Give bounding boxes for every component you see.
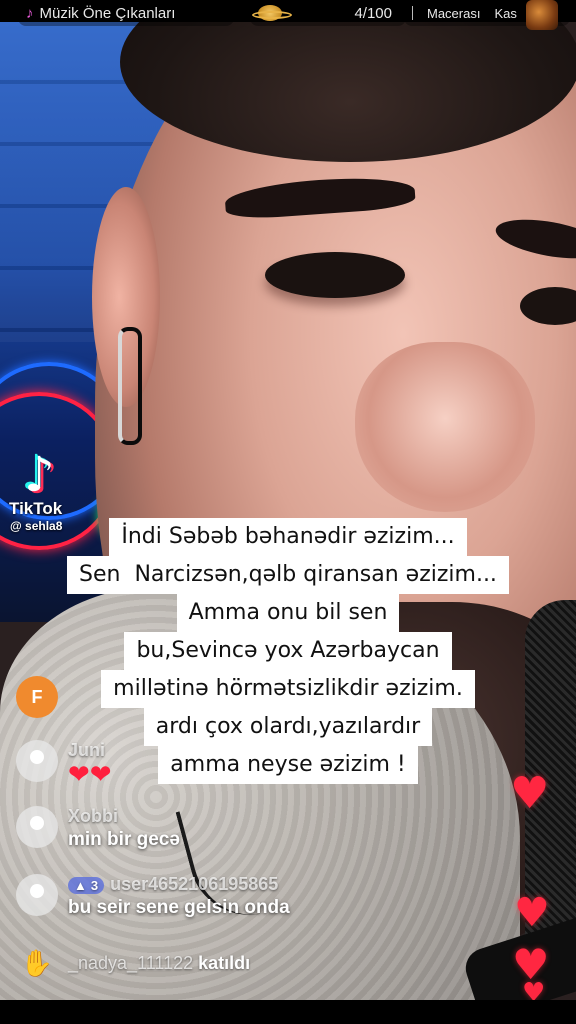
comment-username[interactable]: user4652106195865 [110,874,278,894]
nose [355,342,535,512]
comment-item: Xobbi min bir gecə [16,806,180,851]
caption-line: millətinə hörmətsizlikdir əzizim. [101,670,475,708]
music-note-icon: ♪ [26,4,34,22]
tiktok-logo-icon: ♪ [24,447,55,503]
caption-line: ardı çox olardı,yazılardır [143,708,433,746]
comment-text: bu seir sene gelsin onda [68,897,290,918]
join-action: katıldı [198,953,251,973]
default-avatar-icon [30,884,44,898]
level-badge: ▲ 3 [68,876,105,894]
level-badge-icon: ▲ [74,877,87,893]
caption-line: bu,Sevincə yox Azərbaycan [124,632,452,670]
divider [412,6,413,20]
floating-heart-icon: ♥ [510,768,550,819]
wave-hand-icon: ✋ [20,948,54,978]
avatar[interactable] [16,806,58,848]
floating-heart-icon: ♥ [514,890,550,936]
eye-left [265,252,405,298]
avatar[interactable] [16,874,58,916]
comment-username[interactable]: Xobbi [68,806,180,827]
caption-line: Amma onu bil sen [176,594,400,632]
caption-line: amma neyse əzizim ! [158,746,418,784]
earphone [118,327,142,445]
comment-username-row: ▲ 3 user4652106195865 [68,874,290,895]
tiktok-brand-text: TikTok [9,499,63,518]
comment-item: ▲ 3 user4652106195865 bu seir sene gelsin … [16,874,290,919]
live-video: ♪ TikTok @ sehla8 [0,22,576,1000]
planet-icon [252,5,292,21]
join-username[interactable]: _nadya_111122 [68,953,193,973]
host-avatar[interactable] [526,0,558,30]
adventure-label: Macerası [427,5,481,21]
ranking-pill[interactable]: 4/100 [250,0,406,26]
ranking-value: 4/100 [354,4,392,22]
music-highlights-pill[interactable]: ♪ Müzik Öne Çıkanları [18,0,234,26]
caption-line: Sen Narcizsən,qəlb qiransan əzizim... [67,556,509,594]
music-highlights-label: Müzik Öne Çıkanları [39,4,176,22]
default-avatar-icon [30,816,44,830]
adventure-extra: Kas [494,5,517,21]
join-notice: ✋ _nadya_111122 katıldı [16,948,250,979]
bottom-bar [0,1000,576,1024]
caption-line: İndi Səbəb bəhanədir əzizim... [109,518,467,556]
comment-text: min bir gecə [68,829,180,850]
caption-overlay: İndi Səbəb bəhanədir əzizim... Sen Narci… [0,518,576,784]
